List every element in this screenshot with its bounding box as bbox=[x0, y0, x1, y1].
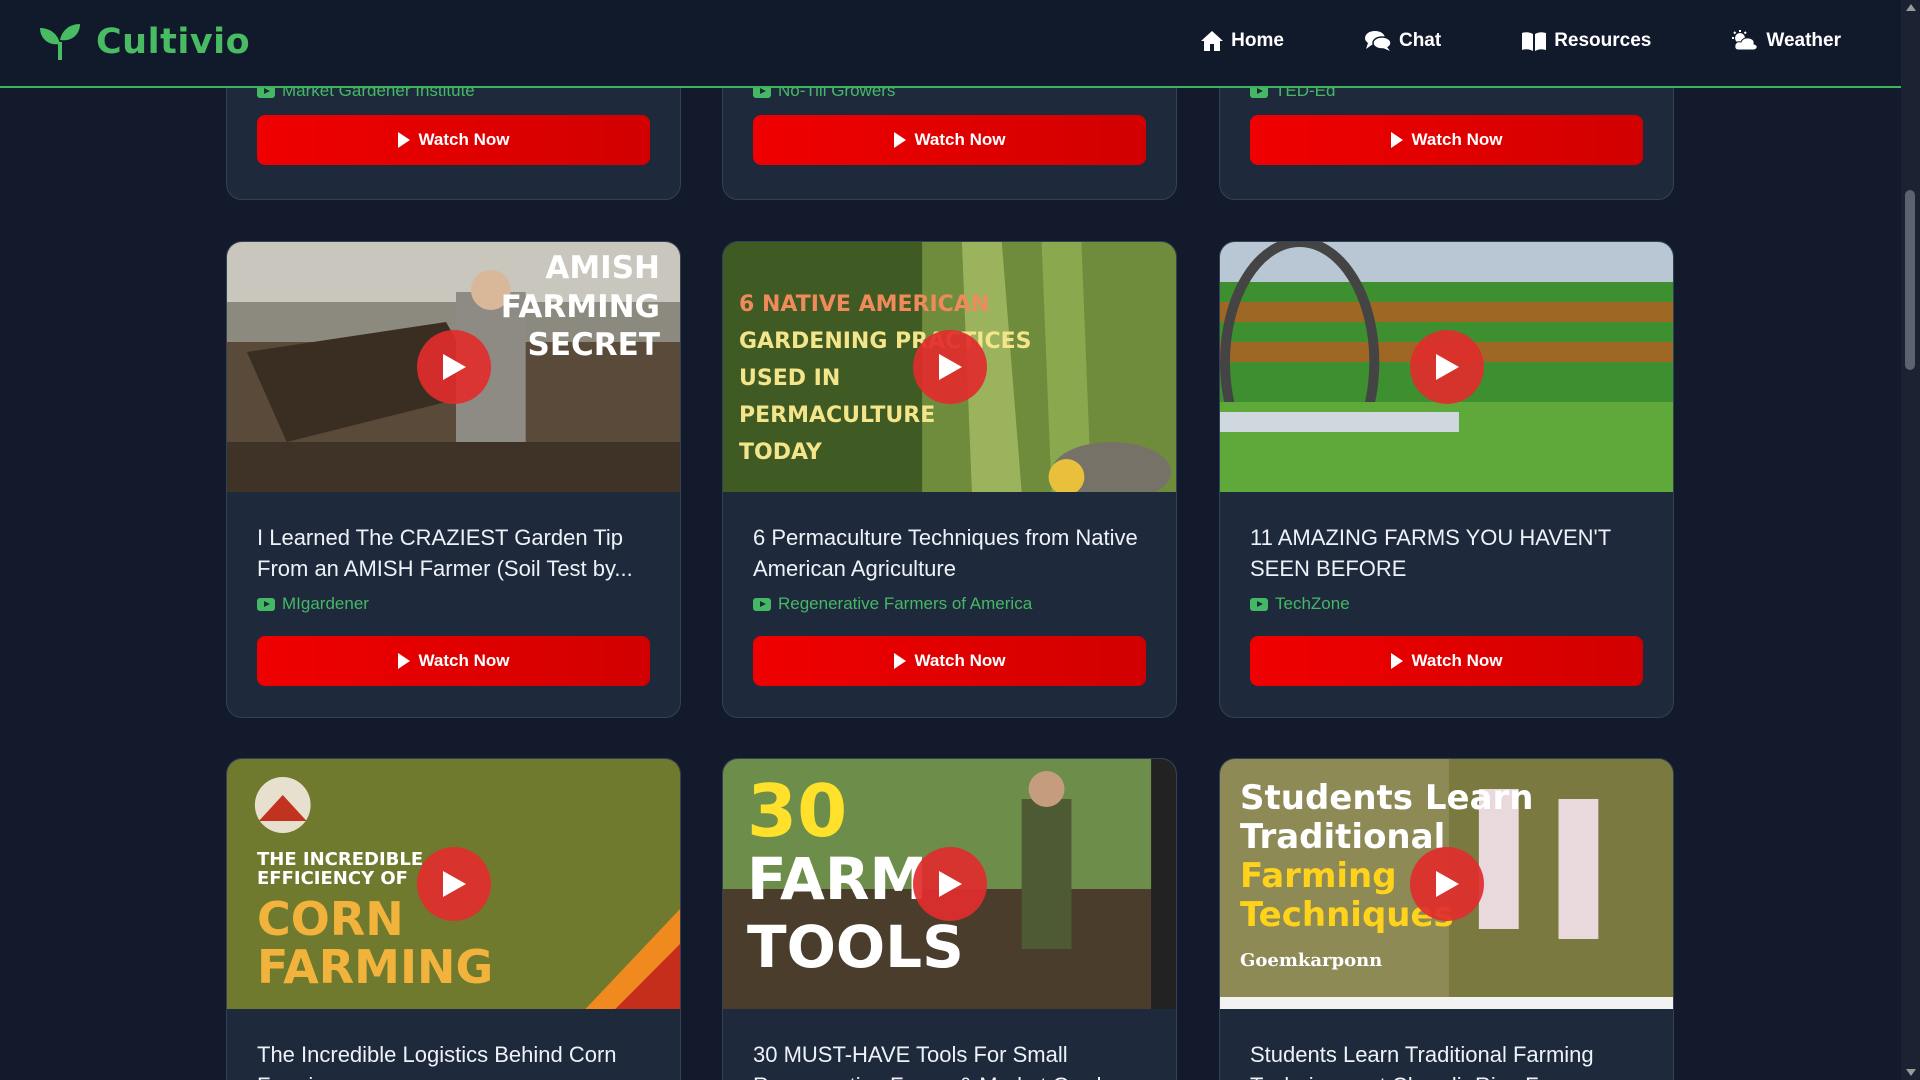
brand-name: Cultivio bbox=[96, 22, 251, 62]
video-thumbnail[interactable]: AMISH FARMING SECRET bbox=[227, 242, 680, 492]
watch-label: Watch Now bbox=[1411, 130, 1503, 149]
video-card: THE INCREDIBLE EFFICIENCY OF CORN FARMIN… bbox=[226, 758, 681, 1080]
watch-now-button[interactable]: Watch Now bbox=[257, 636, 650, 686]
play-icon[interactable] bbox=[912, 330, 987, 404]
sprout-icon bbox=[40, 24, 80, 60]
video-channel-icon bbox=[1250, 597, 1268, 611]
nav-chat[interactable]: Chat bbox=[1364, 30, 1441, 52]
nav-weather[interactable]: Weather bbox=[1731, 30, 1841, 52]
thumbnail-caption: Goemkarponn bbox=[1240, 950, 1383, 971]
channel-name[interactable]: MIgardener bbox=[257, 594, 650, 614]
scroll-thumb[interactable] bbox=[1905, 190, 1915, 370]
thumbnail-caption: Students Learn bbox=[1240, 778, 1534, 818]
chat-icon bbox=[1364, 31, 1392, 51]
video-card: 11 AMAZING FARMS YOU HAVEN'T SEEN BEFORE… bbox=[1219, 241, 1674, 718]
video-card: 30 FARM TOOLS 30 MUST-HAVE Tools For Sma… bbox=[722, 758, 1177, 1080]
play-icon bbox=[1390, 132, 1403, 148]
play-icon bbox=[397, 132, 410, 148]
watch-label: Watch Now bbox=[418, 651, 510, 670]
video-thumbnail[interactable]: 30 FARM TOOLS bbox=[723, 759, 1176, 1009]
thumbnail-caption: TODAY bbox=[739, 440, 822, 465]
play-icon bbox=[1390, 653, 1403, 669]
thumbnail-caption: FARMING bbox=[500, 288, 660, 325]
video-title[interactable]: Students Learn Traditional Farming Techn… bbox=[1250, 1039, 1643, 1080]
book-icon bbox=[1522, 32, 1547, 51]
video-channel-icon bbox=[753, 597, 771, 611]
watch-now-button[interactable]: Watch Now bbox=[1250, 115, 1643, 165]
play-icon[interactable] bbox=[1409, 330, 1484, 404]
channel-label: Regenerative Farmers of America bbox=[778, 594, 1033, 613]
channel-label: MIgardener bbox=[282, 594, 369, 613]
nav-label: Resources bbox=[1554, 30, 1652, 51]
nav-label: Chat bbox=[1398, 30, 1442, 51]
video-card: Students Learn Traditional Farming Techn… bbox=[1219, 758, 1674, 1080]
thumbnail-caption: 6 NATIVE AMERICAN bbox=[739, 292, 990, 317]
video-title[interactable]: The Incredible Logistics Behind Corn Far… bbox=[257, 1039, 650, 1080]
channel-name[interactable]: Regenerative Farmers of America bbox=[753, 594, 1146, 614]
nav-label: Weather bbox=[1766, 30, 1841, 51]
video-card: 6 NATIVE AMERICAN GARDENING PRACTICES US… bbox=[722, 241, 1177, 718]
channel-label: TechZone bbox=[1275, 594, 1350, 613]
video-title[interactable]: 30 MUST-HAVE Tools For Small Regenerativ… bbox=[753, 1039, 1146, 1080]
play-icon bbox=[893, 653, 906, 669]
thumbnail-caption: USED IN bbox=[739, 366, 841, 391]
play-icon bbox=[893, 132, 906, 148]
watch-label: Watch Now bbox=[418, 130, 510, 149]
play-icon[interactable] bbox=[912, 847, 987, 921]
watch-label: Watch Now bbox=[914, 651, 1006, 670]
home-icon bbox=[1201, 31, 1224, 51]
video-channel-icon bbox=[257, 597, 275, 611]
watch-label: Watch Now bbox=[914, 130, 1006, 149]
top-navbar: Cultivio Home Chat Resources Weather bbox=[0, 0, 1901, 88]
page-scrollbar[interactable] bbox=[1901, 0, 1920, 1080]
watch-now-button[interactable]: Watch Now bbox=[753, 636, 1146, 686]
channel-name[interactable]: TechZone bbox=[1250, 594, 1643, 614]
video-title[interactable]: 6 Permaculture Techniques from Native Am… bbox=[753, 522, 1146, 584]
thumbnail-caption: GARDENING PRACTICES bbox=[739, 329, 1032, 354]
brand-logo[interactable]: Cultivio bbox=[38, 22, 250, 62]
nav-home[interactable]: Home bbox=[1200, 30, 1284, 52]
watch-now-button[interactable]: Watch Now bbox=[753, 115, 1146, 165]
thumbnail-caption: Traditional bbox=[1240, 817, 1446, 857]
nav-label: Home bbox=[1231, 30, 1284, 51]
video-grid: Market Gardener Institute Watch Now No-T… bbox=[0, 0, 1901, 1080]
scroll-up-icon[interactable] bbox=[1906, 4, 1916, 11]
watch-now-button[interactable]: Watch Now bbox=[257, 115, 650, 165]
nav-resources[interactable]: Resources bbox=[1521, 30, 1651, 52]
play-icon bbox=[397, 653, 410, 669]
thumbnail-caption: TOOLS bbox=[747, 913, 964, 981]
video-card: AMISH FARMING SECRET I Learned The CRAZI… bbox=[226, 241, 681, 718]
play-icon[interactable] bbox=[1409, 847, 1484, 921]
thumbnail-caption: SECRET bbox=[527, 327, 660, 364]
video-thumbnail[interactable] bbox=[1220, 242, 1673, 492]
cloud-sun-icon bbox=[1732, 30, 1759, 51]
thumbnail-caption: Techniques bbox=[1240, 895, 1454, 935]
video-title[interactable]: 11 AMAZING FARMS YOU HAVEN'T SEEN BEFORE bbox=[1250, 522, 1643, 584]
watch-now-button[interactable]: Watch Now bbox=[1250, 636, 1643, 686]
video-thumbnail[interactable]: 6 NATIVE AMERICAN GARDENING PRACTICES US… bbox=[723, 242, 1176, 492]
scroll-down-icon[interactable] bbox=[1906, 1069, 1916, 1076]
main-nav: Home Chat Resources Weather bbox=[1200, 30, 1901, 52]
play-icon[interactable] bbox=[416, 330, 491, 404]
play-icon[interactable] bbox=[416, 847, 491, 921]
thumbnail-caption: FARMING bbox=[257, 940, 494, 995]
thumbnail-caption: AMISH bbox=[545, 250, 660, 286]
video-thumbnail[interactable]: Students Learn Traditional Farming Techn… bbox=[1220, 759, 1673, 1009]
video-thumbnail[interactable]: THE INCREDIBLE EFFICIENCY OF CORN FARMIN… bbox=[227, 759, 680, 1009]
thumbnail-caption: 30 bbox=[747, 769, 848, 853]
thumbnail-caption: Farming bbox=[1240, 856, 1397, 896]
thumbnail-caption: PERMACULTURE bbox=[739, 403, 936, 428]
watch-label: Watch Now bbox=[1411, 651, 1503, 670]
video-title[interactable]: I Learned The CRAZIEST Garden Tip From a… bbox=[257, 522, 650, 584]
